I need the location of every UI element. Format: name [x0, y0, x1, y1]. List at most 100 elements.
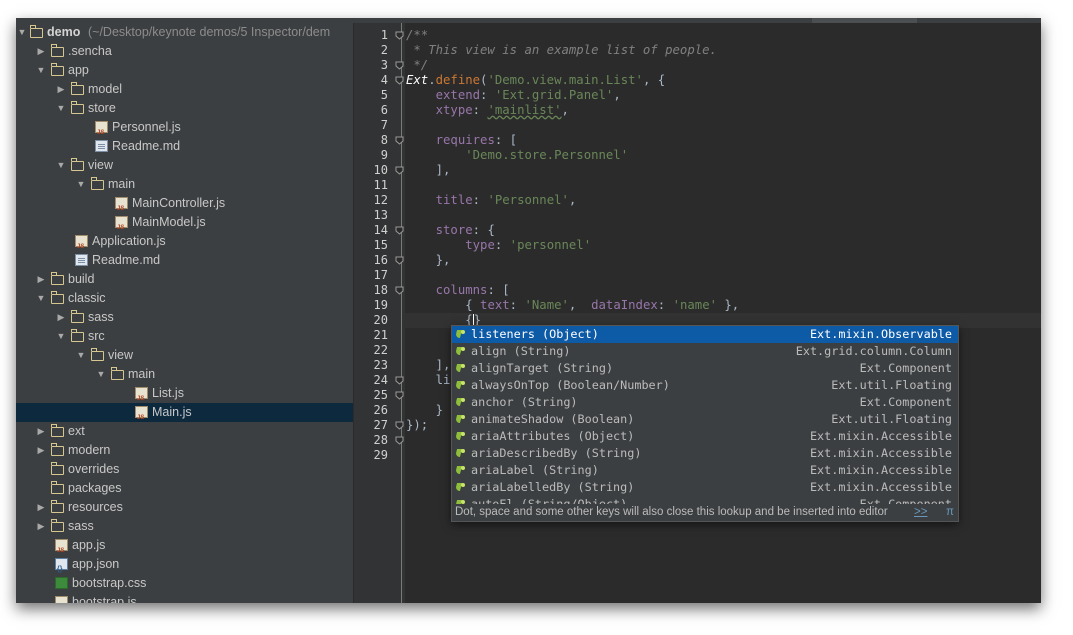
tree-folder-item[interactable]: ▶ modern: [16, 441, 353, 460]
completion-item[interactable]: alignTarget (String) Ext.Component: [452, 360, 958, 377]
tree-folder-item[interactable]: ▼ classic: [16, 289, 353, 308]
tree-file-item[interactable]: Readme.md: [16, 251, 353, 270]
fold-marker-icon[interactable]: [395, 286, 404, 295]
completion-item[interactable]: animateShadow (Boolean) Ext.util.Floating: [452, 411, 958, 428]
punct: }: [435, 403, 444, 417]
chevron-down-icon[interactable]: ▼: [56, 99, 66, 118]
tree-folder-item[interactable]: ▼ store: [16, 99, 353, 118]
tree-folder-item[interactable]: ▶ resources: [16, 498, 353, 517]
chevron-down-icon[interactable]: ▼: [96, 365, 106, 384]
pi-icon[interactable]: π: [946, 504, 954, 521]
completion-item[interactable]: ariaDescribedBy (String) Ext.mixin.Access…: [452, 445, 958, 462]
code-line-27[interactable]: }: [406, 403, 443, 418]
comment-text: /**: [406, 28, 429, 42]
code-line-2[interactable]: * This view is an example list of people…: [406, 43, 717, 58]
fold-marker-icon[interactable]: [395, 256, 404, 265]
code-line-12[interactable]: title: 'Personnel',: [406, 193, 577, 208]
tree-file-item[interactable]: app.js: [16, 536, 353, 561]
code-line-9[interactable]: 'Demo.store.Personnel': [406, 148, 628, 163]
chevron-right-icon[interactable]: ▶: [36, 498, 46, 517]
chevron-right-icon[interactable]: ▶: [36, 42, 46, 61]
chevron-right-icon[interactable]: ▶: [36, 422, 46, 441]
chevron-down-icon[interactable]: ▼: [56, 156, 66, 175]
tree-file-item[interactable]: Application.js: [16, 232, 353, 257]
code-line-1[interactable]: /**: [406, 28, 428, 43]
code-line-10[interactable]: ],: [406, 163, 451, 178]
code-line-8[interactable]: requires: [: [406, 133, 517, 148]
completion-item[interactable]: ariaLabel (String) Ext.mixin.Accessible: [452, 462, 958, 479]
fold-marker-icon[interactable]: [395, 421, 404, 430]
code-line-3[interactable]: */: [406, 58, 428, 73]
fold-marker-icon[interactable]: [395, 376, 404, 385]
tree-folder-item[interactable]: ▼ view: [16, 346, 353, 365]
tree-item-label: model: [88, 82, 123, 96]
code-line-4[interactable]: Ext.define('Demo.view.main.List', {: [406, 73, 665, 88]
fold-marker-icon[interactable]: [395, 226, 404, 235]
fold-marker-icon[interactable]: [395, 61, 404, 70]
tree-file-item[interactable]: MainModel.js: [16, 213, 353, 238]
chevron-right-icon[interactable]: ▶: [36, 441, 46, 460]
tree-folder-item[interactable]: overrides: [16, 460, 353, 479]
fold-marker-icon[interactable]: [395, 166, 404, 175]
tree-folder-item[interactable]: ▶ sass: [16, 517, 353, 536]
tree-folder-item[interactable]: ▼ view: [16, 156, 353, 175]
tree-folder-item[interactable]: ▼ main: [16, 175, 353, 194]
fold-marker-icon[interactable]: [395, 31, 404, 40]
tree-file-item[interactable]: Personnel.js: [16, 118, 353, 143]
code-line-24[interactable]: ],: [406, 358, 451, 373]
tree-file-item[interactable]: bootstrap.css: [16, 574, 353, 593]
chevron-down-icon[interactable]: ▼: [17, 23, 27, 42]
chevron-down-icon[interactable]: ▼: [56, 327, 66, 346]
code-line-16[interactable]: },: [406, 253, 451, 268]
more-link[interactable]: >>: [914, 504, 927, 521]
fold-guide: [401, 23, 402, 603]
code-editor[interactable]: 1 2 3 4 5 6 7 8 9 10 11 12 13 14 15 16 17 18 19 20 21 22 23 24 2…: [354, 23, 1041, 603]
completion-item[interactable]: ariaLabelledBy (String) Ext.mixin.Accessi…: [452, 479, 958, 496]
fold-marker-icon[interactable]: [395, 136, 404, 145]
tree-file-item[interactable]: List.js: [16, 384, 353, 409]
code-line-15[interactable]: type: 'personnel': [406, 238, 591, 253]
tree-folder-item[interactable]: ▶ build: [16, 270, 353, 289]
fold-marker-icon[interactable]: [395, 391, 404, 400]
tree-file-item[interactable]: MainController.js: [16, 194, 353, 219]
chevron-down-icon[interactable]: ▼: [36, 289, 46, 308]
folder-icon: [70, 82, 84, 95]
tree-file-item[interactable]: Readme.md: [16, 137, 353, 156]
chevron-right-icon[interactable]: ▶: [36, 517, 46, 536]
tree-file-item[interactable]: app.json: [16, 555, 353, 579]
tree-folder-item[interactable]: ▼ app: [16, 61, 353, 80]
tree-folder-item[interactable]: ▶ .sencha: [16, 42, 353, 61]
completion-item[interactable]: alwaysOnTop (Boolean/Number) Ext.util.Flo…: [452, 377, 958, 394]
code-line-19[interactable]: { text: 'Name', dataIndex: 'name' },: [406, 298, 739, 313]
tree-file-item[interactable]: bootstrap.js: [16, 593, 353, 603]
code-line-5[interactable]: extend: 'Ext.grid.Panel',: [406, 88, 621, 103]
code-line-14[interactable]: store: {: [406, 223, 495, 238]
line-number: 15: [373, 238, 388, 252]
code-line-6[interactable]: xtype: 'mainlist',: [406, 103, 569, 118]
tree-file-item[interactable]: Main.js: [16, 403, 353, 428]
tree-folder-item[interactable]: packages: [16, 479, 353, 498]
chevron-down-icon[interactable]: ▼: [36, 61, 46, 80]
completion-item[interactable]: listeners (Object) Ext.mixin.Observable: [452, 326, 958, 343]
fold-marker-icon[interactable]: [395, 76, 404, 85]
property-key: columns: [435, 283, 488, 297]
chevron-right-icon[interactable]: ▶: [56, 80, 66, 99]
completion-item[interactable]: align (String) Ext.grid.column.Column: [452, 343, 958, 360]
tree-folder-item[interactable]: ▶ model: [16, 80, 353, 99]
tree-folder-item[interactable]: ▶ ext: [16, 422, 353, 441]
tree-folder-item[interactable]: ▼ src: [16, 327, 353, 346]
tree-folder-item[interactable]: ▼ main: [16, 365, 353, 384]
chevron-right-icon[interactable]: ▶: [56, 308, 66, 327]
completion-popup[interactable]: listeners (Object) Ext.mixin.Observable al…: [451, 325, 959, 522]
tree-folder-item[interactable]: ▶ sass: [16, 308, 353, 327]
chevron-down-icon[interactable]: ▼: [76, 175, 86, 194]
completion-item[interactable]: anchor (String) Ext.Component: [452, 394, 958, 411]
completion-item[interactable]: ariaAttributes (Object) Ext.mixin.Accessi…: [452, 428, 958, 445]
tree-root[interactable]: ▼ demo (~/Desktop/keynote demos/5 Inspec…: [16, 23, 353, 42]
code-line-28[interactable]: });: [406, 418, 428, 433]
code-line-18[interactable]: columns: [: [406, 283, 510, 298]
chevron-down-icon[interactable]: ▼: [76, 346, 86, 365]
fold-marker-icon[interactable]: [395, 436, 404, 445]
chevron-right-icon[interactable]: ▶: [36, 270, 46, 289]
line-number: 22: [373, 343, 388, 357]
